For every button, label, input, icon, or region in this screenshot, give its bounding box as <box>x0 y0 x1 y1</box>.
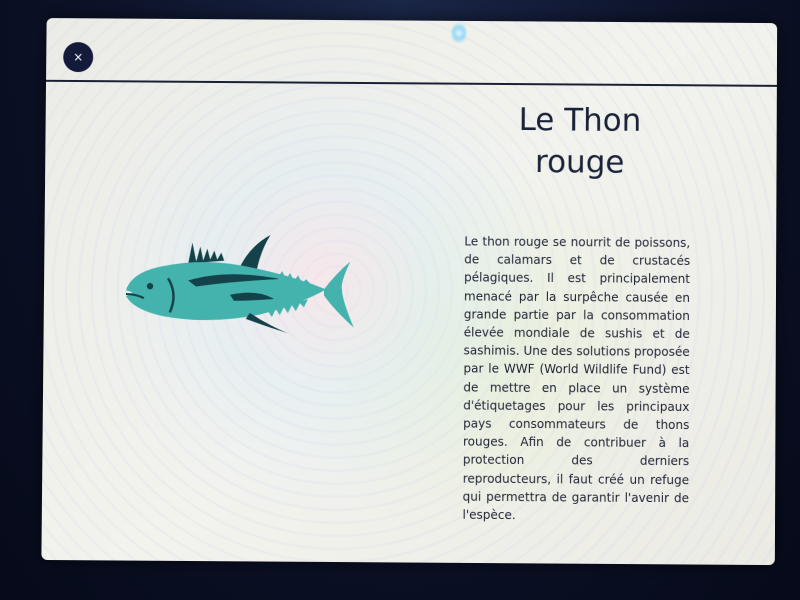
page-title-line-1: Le Thon <box>518 102 642 139</box>
kiosk-screen: × Le Thon rouge Le thon rouge se nourrit… <box>41 18 778 566</box>
article-body: Le thon rouge se nourrit de poissons, de… <box>462 234 691 523</box>
camera-glint <box>452 22 466 44</box>
anal-fin <box>245 312 288 334</box>
tuna-fish-icon <box>125 235 354 334</box>
close-icon: × <box>73 50 84 65</box>
page-title-line-2: rouge <box>534 144 625 181</box>
fish-body <box>125 262 327 321</box>
dorsal-finlets <box>188 242 225 264</box>
page-title: Le Thon rouge <box>465 99 695 184</box>
tail-fin <box>323 261 354 328</box>
close-button[interactable]: × <box>63 42 94 73</box>
fish-eye <box>146 283 154 290</box>
header-divider <box>46 79 777 87</box>
